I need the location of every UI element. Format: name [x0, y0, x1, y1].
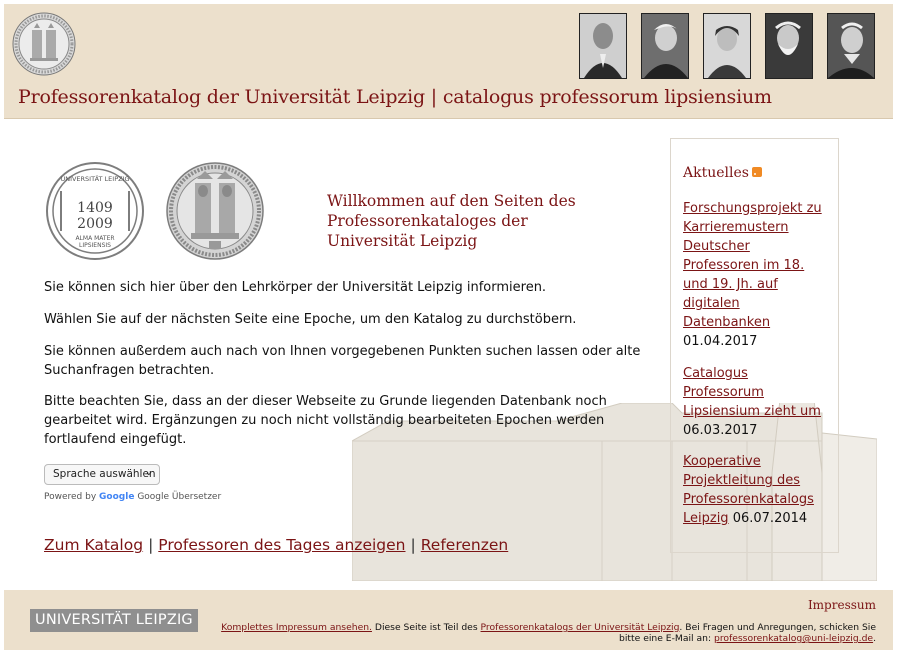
- news-item-date: 06.03.2017: [683, 423, 758, 438]
- news-item-link[interactable]: Forschungsprojekt zu Karrieremustern Deu…: [683, 201, 822, 330]
- university-leipzig-logo[interactable]: UNIVERSITÄT LEIPZIG: [30, 609, 198, 632]
- powered-by-google: Powered by Google Google Übersetzer: [44, 492, 221, 502]
- intro-paragraph-2: Wählen Sie auf der nächsten Seite eine E…: [44, 312, 577, 327]
- footer-text-end: .: [873, 633, 876, 644]
- google-logo-text: Google: [99, 492, 135, 502]
- news-heading: Aktuelles: [683, 165, 762, 181]
- rss-icon[interactable]: [751, 167, 762, 177]
- catalog-link[interactable]: Zum Katalog: [44, 536, 143, 554]
- welcome-heading: Willkommen auf den Seiten des Professore…: [327, 191, 587, 251]
- chevron-down-icon: ⌄: [144, 467, 153, 478]
- news-item: Forschungsprojekt zu Karrieremustern Deu…: [683, 199, 828, 351]
- portrait-1[interactable]: [579, 13, 627, 79]
- welcome-line-3: Universität Leipzig: [327, 232, 478, 250]
- jubilee-logo: UNIVERSITÄT LEIPZIG 1409 2009 ALMA MATER…: [45, 161, 145, 261]
- impressum-link[interactable]: Komplettes Impressum ansehen.: [221, 622, 372, 633]
- news-item: Kooperative Projektleitung des Professor…: [683, 452, 828, 528]
- portrait-3[interactable]: [703, 13, 751, 79]
- site-footer: UNIVERSITÄT LEIPZIG Impressum Komplettes…: [4, 590, 893, 650]
- email-link[interactable]: professorenkatalog@uni-leipzig.de: [714, 633, 873, 644]
- language-select[interactable]: Sprache auswählen ⌄: [44, 464, 160, 485]
- google-translate-link[interactable]: Google Übersetzer: [137, 492, 221, 502]
- intro-paragraph-1: Sie können sich hier über den Lehrkörper…: [44, 280, 547, 295]
- language-select-label: Sprache auswählen: [53, 468, 156, 480]
- welcome-line-2: Professorenkataloges der: [327, 212, 528, 230]
- university-seal-large-icon: [165, 161, 265, 261]
- portrait-4[interactable]: [765, 13, 813, 79]
- impressum-heading: Impressum: [807, 598, 876, 612]
- site-title[interactable]: Professorenkatalog der Universität Leipz…: [18, 86, 772, 108]
- main-content: UNIVERSITÄT LEIPZIG 1409 2009 ALMA MATER…: [0, 118, 900, 588]
- link-separator: |: [410, 536, 416, 554]
- jubilee-bottom-line-2: LIPSIENSIS: [79, 242, 111, 249]
- portrait-5[interactable]: [827, 13, 875, 79]
- main-navigation-links: Zum Katalog | Professoren des Tages anzeig…: [44, 536, 508, 554]
- intro-paragraph-3: Sie können außerdem auch nach von Ihnen …: [44, 344, 641, 378]
- footer-text-part-1: Diese Seite ist Teil des: [374, 622, 478, 633]
- news-item-link[interactable]: Catalogus Professorum Lipsiensium zieht …: [683, 366, 821, 419]
- professors-of-the-day-link[interactable]: Professoren des Tages anzeigen: [158, 536, 405, 554]
- intro-paragraph-4: Bitte beachten Sie, dass an der dieser W…: [44, 394, 607, 447]
- welcome-line-1: Willkommen auf den Seiten des: [327, 192, 576, 210]
- university-seal-icon[interactable]: [12, 12, 76, 76]
- google-logo[interactable]: Google: [99, 492, 134, 502]
- news-sidebar: Aktuelles Forschungsprojekt zu Karrierem…: [670, 138, 839, 553]
- jubilee-bottom-line-1: ALMA MATER: [75, 235, 114, 242]
- news-heading-label: Aktuelles: [683, 165, 749, 181]
- site-header: Professorenkatalog der Universität Leipz…: [4, 4, 893, 119]
- news-item-date: 06.07.2014: [732, 511, 808, 526]
- jubilee-year-end: 2009: [77, 216, 113, 232]
- jubilee-year-start: 1409: [77, 200, 113, 216]
- jubilee-top-text: UNIVERSITÄT LEIPZIG: [60, 174, 129, 183]
- link-separator: |: [148, 536, 154, 554]
- news-item-date: 01.04.2017: [683, 334, 758, 349]
- powered-by-prefix: Powered by: [44, 492, 97, 502]
- catalog-footer-link[interactable]: Professorenkatalogs der Universität Leip…: [481, 622, 680, 633]
- footer-text: Komplettes Impressum ansehen. Diese Seit…: [216, 622, 876, 644]
- portrait-2[interactable]: [641, 13, 689, 79]
- news-item: Catalogus Professorum Lipsiensium zieht …: [683, 364, 828, 440]
- references-link[interactable]: Referenzen: [421, 536, 509, 554]
